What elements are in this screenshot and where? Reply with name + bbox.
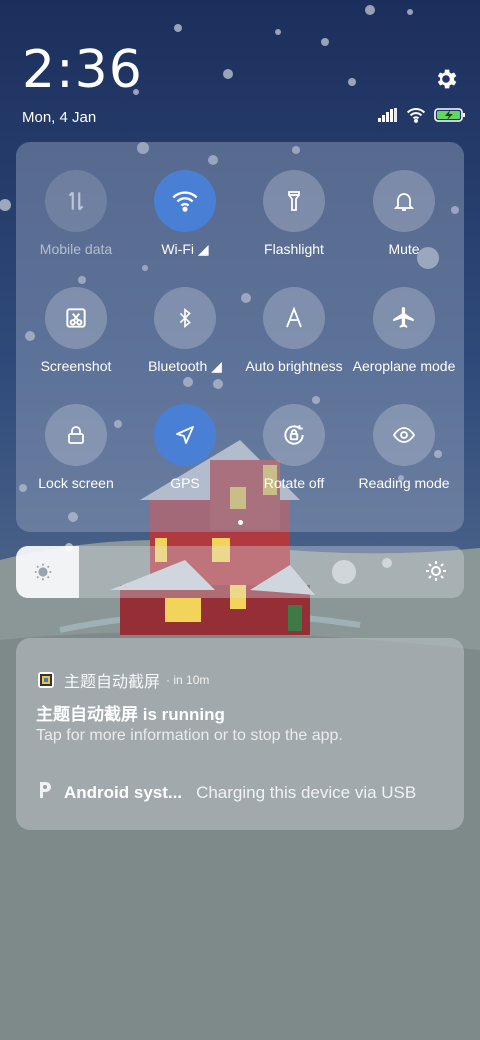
tile-label: Rotate off xyxy=(263,475,325,491)
location-arrow-icon xyxy=(154,404,216,466)
battery-charging-icon xyxy=(434,107,466,128)
wifi-icon xyxy=(154,170,216,232)
eye-icon xyxy=(373,404,435,466)
brightness-slider[interactable] xyxy=(16,546,464,598)
flashlight-icon xyxy=(263,170,325,232)
tile-label: Wi-Fi ◢ xyxy=(161,241,209,257)
gear-icon[interactable] xyxy=(433,66,459,92)
tile-label: Reading mode xyxy=(358,475,450,491)
clock: 2:36 xyxy=(22,40,143,100)
airplane-icon xyxy=(373,287,435,349)
notification-header: 主题自动截屏 · in 10m xyxy=(38,668,209,692)
brightness-high-icon xyxy=(424,559,448,588)
mobile-data-icon xyxy=(45,170,107,232)
bell-icon xyxy=(373,170,435,232)
tile-mobile-data[interactable]: Mobile data xyxy=(21,170,131,257)
tile-label: Auto brightness xyxy=(245,358,343,374)
rotation-lock-icon xyxy=(263,404,325,466)
tile-label: Flashlight xyxy=(264,241,324,257)
android-system-icon xyxy=(36,780,54,805)
tile-label: Bluetooth ◢ xyxy=(148,358,222,374)
status-icons xyxy=(378,107,466,128)
system-notification[interactable]: Android syst... Charging this device via… xyxy=(36,780,416,805)
app-icon xyxy=(38,672,54,688)
tile-wifi[interactable]: Wi-Fi ◢ xyxy=(130,170,240,258)
auto-brightness-icon xyxy=(263,287,325,349)
tile-label: Lock screen xyxy=(38,475,114,491)
system-app-name: Android syst... xyxy=(64,782,183,802)
tile-label: Mute xyxy=(388,241,420,257)
tile-screenshot[interactable]: Screenshot xyxy=(21,287,131,374)
page-dot-active xyxy=(237,520,243,525)
wifi-status-icon xyxy=(406,107,426,128)
date: Mon, 4 Jan xyxy=(22,109,97,126)
tile-gps[interactable]: GPS xyxy=(130,404,240,491)
notification-body: Tap for more information or to stop the … xyxy=(36,727,343,744)
tile-auto-brightness[interactable]: Auto brightness xyxy=(239,287,349,374)
tile-flashlight[interactable]: Flashlight xyxy=(239,170,349,257)
notification-time: · in 10m xyxy=(166,673,210,687)
lock-icon xyxy=(45,404,107,466)
tile-reading-mode[interactable]: Reading mode xyxy=(349,404,459,491)
tile-label: Aeroplane mode xyxy=(352,358,456,374)
notification-card[interactable]: 主题自动截屏 · in 10m 主题自动截屏 is running Tap fo… xyxy=(16,638,464,830)
tile-lock-screen[interactable]: Lock screen xyxy=(21,404,131,491)
app-name: 主题自动截屏 xyxy=(64,674,161,691)
bluetooth-icon xyxy=(154,287,216,349)
tile-mute[interactable]: Mute xyxy=(349,170,459,257)
page-indicator xyxy=(16,520,464,525)
tile-label: GPS xyxy=(170,475,200,491)
system-message: Charging this device via USB xyxy=(196,782,417,802)
tile-label: Mobile data xyxy=(39,241,113,257)
tile-bluetooth[interactable]: Bluetooth ◢ xyxy=(130,287,240,375)
screenshot-icon xyxy=(45,287,107,349)
tile-rotate-off[interactable]: Rotate off xyxy=(239,404,349,491)
tile-label: Screenshot xyxy=(40,358,112,374)
cellular-signal-icon xyxy=(378,107,398,127)
notification-title: 主题自动截屏 is running xyxy=(36,705,225,724)
tile-aeroplane-mode[interactable]: Aeroplane mode xyxy=(349,287,459,374)
quick-settings-panel: Mobile data Wi-Fi ◢ Flashlight Mute Scre… xyxy=(16,142,464,532)
brightness-low-icon xyxy=(32,561,54,588)
